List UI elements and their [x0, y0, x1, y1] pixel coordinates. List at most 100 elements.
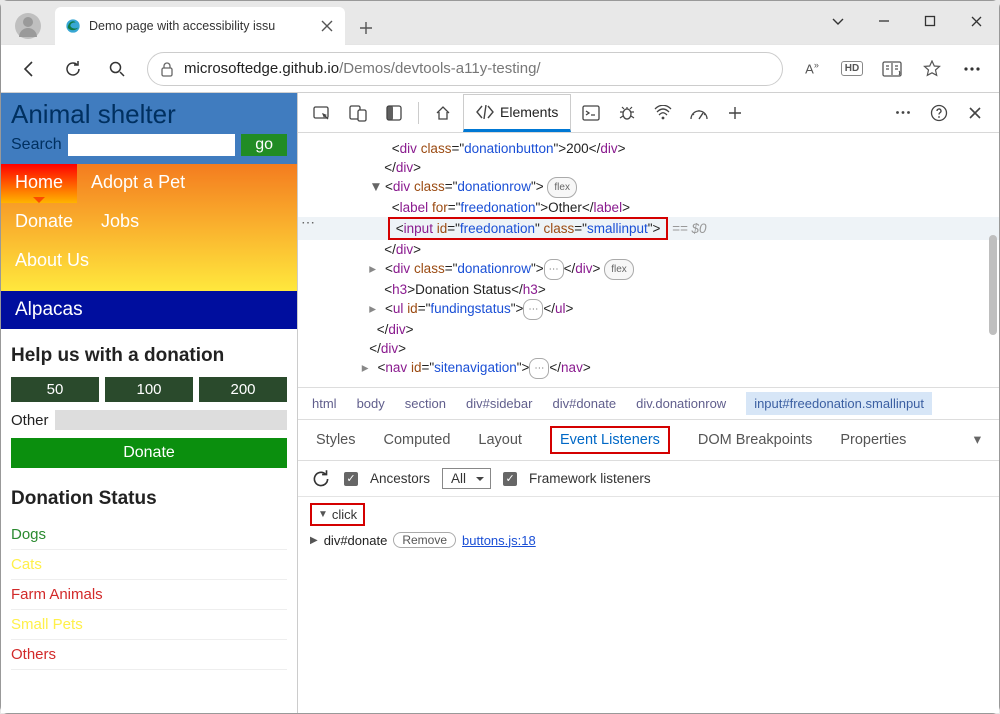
devtools: Elements ⋯ <div class="donationbutton">2… — [297, 93, 999, 713]
welcome-icon[interactable] — [427, 97, 459, 129]
category-alpacas[interactable]: Alpacas — [1, 291, 297, 329]
site-title: Animal shelter — [11, 99, 287, 130]
panel-tab[interactable]: DOM Breakpoints — [698, 432, 812, 448]
inspect-icon[interactable] — [306, 97, 338, 129]
nav-jobs[interactable]: Jobs — [87, 203, 153, 242]
more-tabs-icon[interactable] — [719, 97, 751, 129]
search-icon[interactable] — [97, 49, 137, 89]
ancestors-label: Ancestors — [370, 471, 430, 486]
devtools-close-icon[interactable] — [959, 97, 991, 129]
toolbar-right: A» HD — [793, 50, 991, 88]
nav-donate[interactable]: Donate — [1, 203, 87, 242]
dock-icon[interactable] — [378, 97, 410, 129]
listener-target: div#donate — [324, 533, 388, 548]
code-icon — [476, 105, 494, 119]
crumb[interactable]: body — [357, 396, 385, 411]
selected-node[interactable]: <input id="freedonation" class="smallinp… — [388, 217, 668, 240]
status-list: DogsCatsFarm AnimalsSmall PetsOthers — [1, 520, 297, 680]
maximize-button[interactable] — [907, 5, 953, 37]
panel-tab[interactable]: Properties — [840, 432, 906, 448]
edge-favicon — [65, 18, 81, 34]
status-item[interactable]: Dogs — [11, 520, 287, 550]
bug-icon[interactable] — [611, 97, 643, 129]
other-input[interactable] — [55, 410, 287, 430]
device-icon[interactable] — [342, 97, 374, 129]
browser-toolbar: microsoftedge.github.io/Demos/devtools-a… — [1, 45, 999, 93]
other-label: Other — [11, 412, 49, 429]
address-bar[interactable]: microsoftedge.github.io/Demos/devtools-a… — [147, 52, 783, 86]
status-item[interactable]: Others — [11, 640, 287, 670]
url-text: microsoftedge.github.io/Demos/devtools-a… — [184, 60, 541, 77]
favorite-icon[interactable] — [913, 50, 951, 88]
elements-label: Elements — [500, 104, 558, 120]
hd-icon[interactable]: HD — [833, 50, 871, 88]
listener-row[interactable]: ▶ div#donate Remove buttons.js:18 — [310, 532, 987, 548]
chip-200[interactable]: 200 — [199, 377, 287, 402]
tab-elements[interactable]: Elements — [463, 94, 571, 132]
status-heading: Donation Status — [1, 472, 297, 520]
ancestors-checkbox[interactable]: ✓ — [344, 472, 358, 486]
close-icon[interactable] — [319, 18, 335, 34]
click-listener[interactable]: ▼click — [310, 503, 365, 526]
crumb[interactable]: div#donate — [552, 396, 616, 411]
devtools-more-icon[interactable] — [887, 97, 919, 129]
donation-heading: Help us with a donation — [1, 329, 297, 377]
chip-50[interactable]: 50 — [11, 377, 99, 402]
chip-100[interactable]: 100 — [105, 377, 193, 402]
minimize-button[interactable] — [861, 5, 907, 37]
panel-tab[interactable]: Styles — [316, 432, 356, 448]
browser-tab[interactable]: Demo page with accessibility issu — [55, 7, 345, 45]
profile-avatar[interactable] — [15, 13, 41, 39]
status-item[interactable]: Cats — [11, 550, 287, 580]
source-link[interactable]: buttons.js:18 — [462, 533, 536, 548]
search-input[interactable] — [68, 134, 236, 156]
back-button[interactable] — [9, 49, 49, 89]
nav-about[interactable]: About Us — [1, 242, 103, 281]
help-icon[interactable] — [923, 97, 955, 129]
donate-button[interactable]: Donate — [11, 438, 287, 468]
lock-icon — [160, 61, 174, 77]
network-icon[interactable] — [647, 97, 679, 129]
window-controls — [815, 1, 999, 41]
status-item[interactable]: Farm Animals — [11, 580, 287, 610]
panel-tab[interactable]: Computed — [384, 432, 451, 448]
listener-toolbar: ✓ Ancestors All ✓ Framework listeners — [298, 461, 999, 497]
nav-home[interactable]: Home — [1, 164, 77, 203]
crumb[interactable]: section — [405, 396, 446, 411]
go-button[interactable]: go — [241, 134, 287, 156]
remove-button[interactable]: Remove — [393, 532, 456, 548]
console-icon[interactable] — [575, 97, 607, 129]
panel-tab[interactable]: Event Listeners — [550, 426, 670, 454]
new-tab-button[interactable] — [349, 11, 383, 45]
framework-checkbox[interactable]: ✓ — [503, 472, 517, 486]
page-header: Animal shelter Search go — [1, 93, 297, 164]
chevron-down-icon[interactable]: ▾ — [974, 432, 981, 448]
close-window-button[interactable] — [953, 5, 999, 37]
breadcrumb[interactable]: html body section div#sidebar div#donate div.… — [298, 387, 999, 419]
tab-title: Demo page with accessibility issu — [89, 19, 311, 33]
dom-tree[interactable]: ⋯ <div class="donationbutton">200</div> … — [298, 133, 999, 387]
status-item[interactable]: Small Pets — [11, 610, 287, 640]
page-content: Animal shelter Search go Home Adopt a Pe… — [1, 93, 297, 713]
devtools-toolbar: Elements — [298, 93, 999, 133]
eq0: == $0 — [672, 221, 707, 236]
panel-tab[interactable]: Layout — [478, 432, 522, 448]
crumb[interactable]: input#freedonation.smallinput — [746, 392, 932, 415]
panel-tabs: Styles Computed Layout Event Listeners DOM B… — [298, 419, 999, 461]
scrollbar[interactable] — [989, 235, 997, 335]
row-more-icon[interactable]: ⋯ — [301, 213, 316, 232]
page-nav: Home Adopt a Pet Donate Jobs About Us — [1, 164, 297, 291]
crumb[interactable]: html — [312, 396, 337, 411]
framework-label: Framework listeners — [529, 471, 651, 486]
performance-icon[interactable] — [683, 97, 715, 129]
more-icon[interactable] — [953, 50, 991, 88]
read-aloud-icon[interactable]: A» — [793, 50, 831, 88]
chevron-down-icon[interactable] — [815, 5, 861, 37]
reader-icon[interactable] — [873, 50, 911, 88]
filter-select[interactable]: All — [442, 468, 491, 489]
nav-adopt[interactable]: Adopt a Pet — [77, 164, 199, 203]
refresh-icon[interactable] — [310, 468, 332, 490]
refresh-button[interactable] — [53, 49, 93, 89]
crumb[interactable]: div.donationrow — [636, 396, 726, 411]
crumb[interactable]: div#sidebar — [466, 396, 533, 411]
